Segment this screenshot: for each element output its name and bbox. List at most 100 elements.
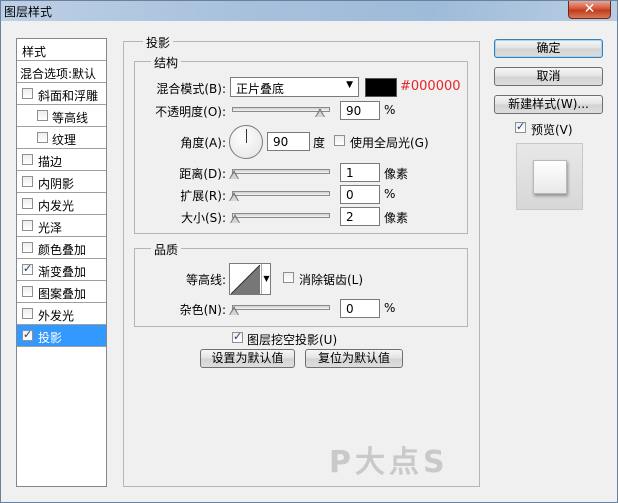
opacity-slider-handle[interactable]: [315, 108, 325, 118]
preview-checkbox[interactable]: [515, 120, 526, 133]
preview-label: 预览(V): [531, 123, 573, 137]
inner-shadow-checkbox[interactable]: [22, 176, 33, 187]
cancel-button[interactable]: 取消: [494, 67, 603, 86]
satin-checkbox[interactable]: [22, 220, 33, 231]
color-overlay-checkbox[interactable]: [22, 242, 33, 253]
style-item-inner-glow[interactable]: 内发光: [17, 193, 106, 215]
blending-options-label: 混合选项:默认: [20, 67, 97, 81]
style-item-color-overlay[interactable]: 颜色叠加: [17, 237, 106, 259]
style-list-header-styles[interactable]: 样式: [17, 39, 106, 61]
stroke-checkbox[interactable]: [22, 154, 33, 165]
spread-slider-handle[interactable]: [229, 192, 239, 202]
texture-checkbox[interactable]: [37, 132, 48, 143]
size-slider-handle[interactable]: [230, 214, 240, 224]
angle-dial[interactable]: [229, 125, 263, 159]
blend-mode-select[interactable]: 正片叠底 ▼: [230, 77, 359, 97]
distance-label: 距离(D):: [179, 167, 226, 181]
pattern-overlay-label: 图案叠加: [38, 287, 87, 301]
bevel-emboss-checkbox[interactable]: [22, 88, 33, 99]
color-overlay-label: 颜色叠加: [38, 243, 87, 257]
shadow-color-swatch[interactable]: [365, 78, 397, 97]
size-unit: 像素: [384, 211, 409, 225]
opacity-input[interactable]: 90: [340, 101, 380, 120]
knockout-label: 图层挖空投影(U): [247, 333, 338, 347]
anti-alias-checkbox[interactable]: [283, 272, 294, 283]
distance-unit: 像素: [384, 167, 409, 181]
spread-slider-track[interactable]: [232, 191, 330, 196]
texture-label: 纹理: [52, 133, 77, 147]
close-button[interactable]: ✕: [568, 1, 611, 19]
distance-slider-handle[interactable]: [229, 170, 239, 180]
anti-alias-label: 消除锯齿(L): [299, 273, 364, 287]
outer-glow-label: 外发光: [38, 309, 75, 323]
style-item-gradient-overlay[interactable]: 渐变叠加: [17, 259, 106, 281]
set-default-button[interactable]: 设置为默认值: [200, 349, 295, 368]
distance-input[interactable]: 1: [340, 163, 380, 182]
contour-picker[interactable]: ▼: [229, 263, 271, 295]
style-item-inner-shadow[interactable]: 内阴影: [17, 171, 106, 193]
reset-default-button[interactable]: 复位为默认值: [305, 349, 403, 368]
stroke-label: 描边: [38, 155, 63, 169]
preview-square: [533, 160, 567, 194]
angle-needle-icon: [246, 129, 247, 143]
inner-glow-label: 内发光: [38, 199, 75, 213]
contour-checkbox[interactable]: [37, 110, 48, 121]
opacity-label: 不透明度(O):: [155, 105, 226, 119]
style-item-satin[interactable]: 光泽: [17, 215, 106, 237]
blend-mode-value: 正片叠底: [236, 82, 285, 96]
inner-glow-checkbox[interactable]: [22, 198, 33, 209]
ok-button[interactable]: 确定: [494, 39, 603, 58]
noise-slider-track[interactable]: [232, 305, 330, 310]
satin-label: 光泽: [38, 221, 63, 235]
noise-unit: %: [384, 301, 396, 315]
style-list: 样式 混合选项:默认 斜面和浮雕 等高线 纹理 描边 内阴影 内发光 光泽 颜色…: [16, 38, 107, 487]
window-title: 图层样式: [4, 5, 53, 19]
distance-slider-track[interactable]: [232, 169, 330, 174]
drop-shadow-checkbox[interactable]: [22, 328, 33, 341]
blend-mode-label: 混合模式(B):: [156, 82, 226, 96]
spread-label: 扩展(R):: [180, 189, 226, 203]
style-item-drop-shadow[interactable]: 投影: [17, 325, 106, 347]
contour-label: 等高线:: [185, 273, 226, 287]
knockout-checkbox[interactable]: [232, 330, 243, 343]
spread-unit: %: [384, 187, 396, 201]
style-list-blending-options[interactable]: 混合选项:默认: [17, 61, 106, 83]
size-slider-track[interactable]: [232, 213, 330, 218]
style-item-outer-glow[interactable]: 外发光: [17, 303, 106, 325]
watermark-text: P大点S: [329, 445, 449, 480]
contour-label: 等高线: [52, 111, 89, 125]
spread-input[interactable]: 0: [340, 185, 380, 204]
style-item-bevel-emboss[interactable]: 斜面和浮雕: [17, 83, 106, 105]
chevron-down-icon: ▼: [346, 80, 353, 90]
opacity-unit: %: [384, 103, 396, 117]
pattern-overlay-checkbox[interactable]: [22, 286, 33, 297]
global-light-checkbox[interactable]: [334, 135, 345, 146]
layer-style-dialog: 图层样式 ✕ 样式 混合选项:默认 斜面和浮雕 等高线 纹理 描边 内阴影 内发…: [0, 0, 618, 503]
contour-preview-icon: [231, 265, 261, 295]
global-light-label: 使用全局光(G): [350, 136, 429, 150]
style-item-pattern-overlay[interactable]: 图案叠加: [17, 281, 106, 303]
style-item-contour[interactable]: 等高线: [17, 105, 106, 127]
gradient-overlay-checkbox[interactable]: [22, 262, 33, 275]
angle-label: 角度(A):: [180, 136, 226, 150]
styles-label: 样式: [22, 45, 47, 59]
size-input[interactable]: 2: [340, 207, 380, 226]
size-label: 大小(S):: [180, 211, 226, 225]
noise-input[interactable]: 0: [340, 299, 380, 318]
style-item-stroke[interactable]: 描边: [17, 149, 106, 171]
angle-input[interactable]: 90: [267, 132, 310, 151]
style-item-texture[interactable]: 纹理: [17, 127, 106, 149]
noise-label: 杂色(N):: [179, 303, 226, 317]
preview-thumbnail: [516, 143, 583, 210]
drop-shadow-title: 投影: [143, 34, 174, 51]
close-icon: ✕: [583, 1, 596, 17]
title-bar[interactable]: 图层样式 ✕: [1, 1, 617, 21]
quality-title: 品质: [151, 241, 182, 258]
new-style-button[interactable]: 新建样式(W)...: [494, 95, 603, 114]
angle-unit: 度: [313, 136, 326, 150]
drop-shadow-label: 投影: [38, 331, 63, 345]
gradient-overlay-label: 渐变叠加: [38, 265, 87, 279]
outer-glow-checkbox[interactable]: [22, 308, 33, 319]
contour-dropdown-icon[interactable]: ▼: [261, 264, 271, 294]
noise-slider-handle[interactable]: [229, 306, 239, 316]
